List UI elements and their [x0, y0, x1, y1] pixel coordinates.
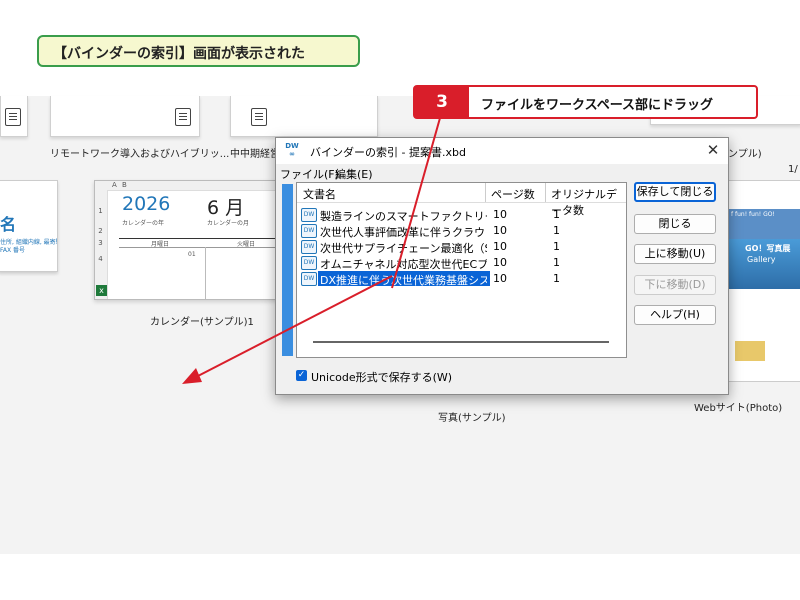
horizontal-scrollbar[interactable]: [313, 341, 609, 343]
docuworks-document-icon: DW: [301, 224, 317, 238]
binder-spine-bar: [282, 184, 293, 356]
list-item[interactable]: DW 製造ラインのスマートファクトリー化に伴う... 10 1: [300, 207, 622, 223]
column-header-pages[interactable]: ページ数: [491, 186, 535, 202]
list-item[interactable]: DW オムニチャネル対応型次世代ECプラット... 10 1: [300, 255, 622, 271]
page-counter: 1/: [788, 164, 798, 175]
docuworks-document-icon: DW: [301, 208, 317, 222]
document-name: 次世代人事評価改革に伴うクラウド型...: [320, 226, 487, 239]
thumbnail-caption-sample: ンプル): [728, 149, 762, 160]
help-button[interactable]: ヘルプ(H): [634, 305, 716, 325]
page-count: 10: [493, 240, 507, 253]
column-header: B: [122, 181, 127, 189]
column-header-name[interactable]: 文書名: [303, 186, 336, 202]
card-name-text: 名: [0, 215, 17, 234]
save-and-close-button[interactable]: 保存して閉じる: [634, 182, 716, 202]
photo-text: f fun! fun! GO!: [731, 211, 775, 218]
document-icon: [175, 108, 191, 126]
excel-icon: x: [96, 285, 107, 296]
thumbnail-calendar[interactable]: A B 1 2 3 4 2026 カレンダーの年 6 月 カレンダーの月 月曜日…: [94, 180, 278, 300]
document-list[interactable]: 文書名 ページ数 オリジナルデータ数 DW 製造ラインのスマートファクトリー化に…: [296, 182, 627, 358]
thumbnail-caption-photo: 写真(サンプル): [438, 413, 506, 424]
photo-text: GO！写真展: [745, 244, 791, 253]
move-down-button[interactable]: 下に移動(D): [634, 275, 716, 295]
page-count: 10: [493, 224, 507, 237]
row-header: 2: [98, 227, 103, 235]
menu-file[interactable]: ファイル(F): [280, 166, 339, 182]
menu-edit[interactable]: 編集(E): [335, 166, 373, 182]
document-icon: [5, 108, 21, 126]
calendar-month: 6 月: [207, 197, 245, 219]
docuworks-document-icon: DW: [301, 272, 317, 286]
card-text-line: FAX 番号: [0, 247, 26, 254]
move-up-button[interactable]: 上に移動(U): [634, 244, 716, 264]
document-name: 製造ラインのスマートファクトリー化に伴う...: [320, 210, 487, 223]
document-name: オムニチャネル対応型次世代ECプラット...: [320, 258, 487, 271]
document-icon: [251, 108, 267, 126]
thumbnail-business-card[interactable]: 名 住所, 組織内線, 最寄駅 FAX 番号: [0, 180, 58, 272]
list-item[interactable]: DW 次世代人事評価改革に伴うクラウド型... 10 1: [300, 223, 622, 239]
thumbnail-caption-midterm: 中中期経営: [230, 149, 280, 160]
list-item[interactable]: DW 次世代サプライチェーン最適化（SCM... 10 1: [300, 239, 622, 255]
unicode-checkbox[interactable]: ✓: [296, 370, 307, 381]
page-count: 10: [493, 208, 507, 221]
document-name: 次世代サプライチェーン最適化（SCM...: [320, 242, 487, 255]
calendar-year-label: カレンダーの年: [122, 220, 165, 227]
thumbnail-midterm[interactable]: [230, 96, 378, 137]
docuworks-document-icon: DW: [301, 256, 317, 270]
column-header: A: [112, 181, 117, 189]
close-button[interactable]: 閉じる: [634, 214, 716, 234]
calendar-day: 01: [188, 251, 196, 258]
thumbnail-remote-work[interactable]: [50, 96, 200, 137]
document-name: DX推進に伴う次世代業務基盤システ...: [320, 274, 487, 287]
row-header: 1: [98, 207, 103, 215]
calendar-month-label: カレンダーの月: [207, 220, 250, 227]
row-header: 4: [98, 255, 103, 263]
thumbnail-partial-left[interactable]: [0, 96, 28, 137]
step-number: 3: [415, 87, 469, 117]
docuworks-app-icon: DW ∞: [285, 142, 299, 158]
original-count: 1: [553, 208, 560, 221]
close-icon[interactable]: ✕: [704, 141, 722, 159]
step-title: 【バインダーの索引】画面が表示された: [37, 35, 360, 67]
calendar-year: 2026: [122, 193, 171, 215]
original-count: 1: [553, 272, 560, 285]
binder-index-dialog: DW ∞ バインダーの索引 - 提案書.xbd ✕ ファイル(F) 編集(E) 文…: [275, 137, 729, 395]
row-header: 3: [98, 239, 103, 247]
step-callout: 3 ファイルをワークスペース部にドラッグ: [413, 85, 758, 119]
thumbnail-caption-website: Webサイト(Photo): [694, 403, 783, 414]
original-count: 1: [553, 256, 560, 269]
step-instruction: ファイルをワークスペース部にドラッグ: [481, 98, 714, 113]
page-count: 10: [493, 256, 507, 269]
page-count: 10: [493, 272, 507, 285]
thumbnail-website-photo[interactable]: f fun! fun! GO! GO！写真展 Gallery: [724, 180, 800, 382]
docuworks-document-icon: DW: [301, 240, 317, 254]
original-count: 1: [553, 224, 560, 237]
unicode-checkbox-label: Unicode形式で保存する(W): [311, 371, 453, 384]
photo-text: Gallery: [747, 255, 776, 264]
thumbnail-caption-calendar: カレンダー(サンプル)1: [150, 317, 254, 328]
menu-bar: ファイル(F) 編集(E): [276, 165, 728, 181]
dialog-titlebar[interactable]: DW ∞ バインダーの索引 - 提案書.xbd ✕: [276, 138, 728, 164]
list-header: 文書名 ページ数 オリジナルデータ数: [297, 183, 626, 217]
dialog-title: バインダーの索引 - 提案書.xbd: [310, 146, 466, 159]
thumbnail-caption-remote-work: リモートワーク導入およびハイブリッ...: [50, 149, 230, 160]
original-count: 1: [553, 240, 560, 253]
list-item-selected[interactable]: DW DX推進に伴う次世代業務基盤システ... 10 1: [300, 271, 622, 287]
